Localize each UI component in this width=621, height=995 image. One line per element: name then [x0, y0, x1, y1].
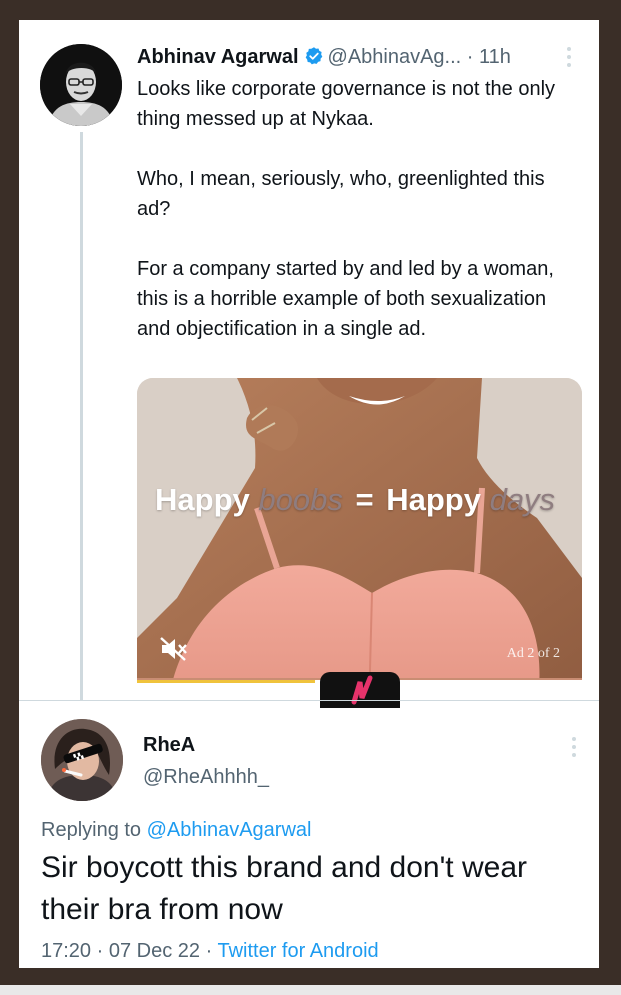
tweet-time[interactable]: 11h [479, 46, 511, 68]
reply-date[interactable]: 07 Dec 22 [109, 940, 200, 962]
tweet-divider [19, 700, 599, 701]
reply-text: Sir boycott this brand and don't wear th… [41, 851, 528, 926]
tweet-paragraph: Who, I mean, seriously, who, greenlighte… [137, 168, 545, 220]
reply-author-avatar[interactable]: ▚▚ [41, 719, 123, 801]
slogan-word: days [489, 482, 556, 517]
separator-dot: · [96, 940, 104, 962]
slogan-word: Happy [155, 482, 250, 517]
replying-to-label: Replying to [41, 819, 142, 841]
ad-overlay-slogan: Happy boobs = Happy days [155, 482, 555, 518]
reply-source[interactable]: Twitter for Android [217, 940, 378, 962]
reply-time[interactable]: 17:20 [41, 940, 91, 962]
tweet-text: Looks like corporate governance is not t… [137, 74, 577, 344]
bottom-strip [0, 985, 621, 995]
video-progress-bar[interactable] [137, 680, 315, 683]
tweet-paragraph: For a company started by and led by a wo… [137, 258, 554, 340]
replying-to-handle[interactable]: @AbhinavAgarwal [147, 819, 312, 841]
author-handle[interactable]: @AbhinavAg... [328, 46, 462, 68]
reply-meta: 17:20 · 07 Dec 22 · Twitter for Android [41, 940, 379, 963]
reply-author-name[interactable]: RheA [143, 734, 195, 757]
slogan-word: boobs [258, 482, 343, 517]
replying-to-line: Replying to @AbhinavAgarwal [41, 819, 311, 842]
ad-video[interactable]: Happy boobs = Happy days Ad 2 of 2 [137, 378, 582, 708]
tweet-paragraph: Looks like corporate governance is not t… [137, 78, 556, 130]
tweet-header: Abhinav Agarwal @AbhinavAg... · 11h [137, 42, 587, 72]
author-name[interactable]: Abhinav Agarwal [137, 46, 299, 68]
separator-dot: · [205, 940, 213, 962]
ad-counter: Ad 2 of 2 [506, 646, 560, 661]
slogan-word: Happy [386, 482, 481, 517]
more-options-icon[interactable] [565, 46, 573, 73]
screenshot-frame: Abhinav Agarwal @AbhinavAg... · 11h Looks… [19, 20, 599, 968]
slogan-equals: = [355, 482, 374, 517]
thread-line [80, 132, 83, 700]
separator-dot: · [466, 46, 474, 68]
author-avatar[interactable] [40, 44, 122, 126]
brand-logo-icon [320, 672, 400, 708]
more-options-icon[interactable] [570, 736, 578, 763]
muted-speaker-icon[interactable] [159, 636, 189, 667]
verified-badge-icon [304, 45, 324, 75]
reply-author-handle[interactable]: @RheAhhhh_ [143, 766, 269, 789]
